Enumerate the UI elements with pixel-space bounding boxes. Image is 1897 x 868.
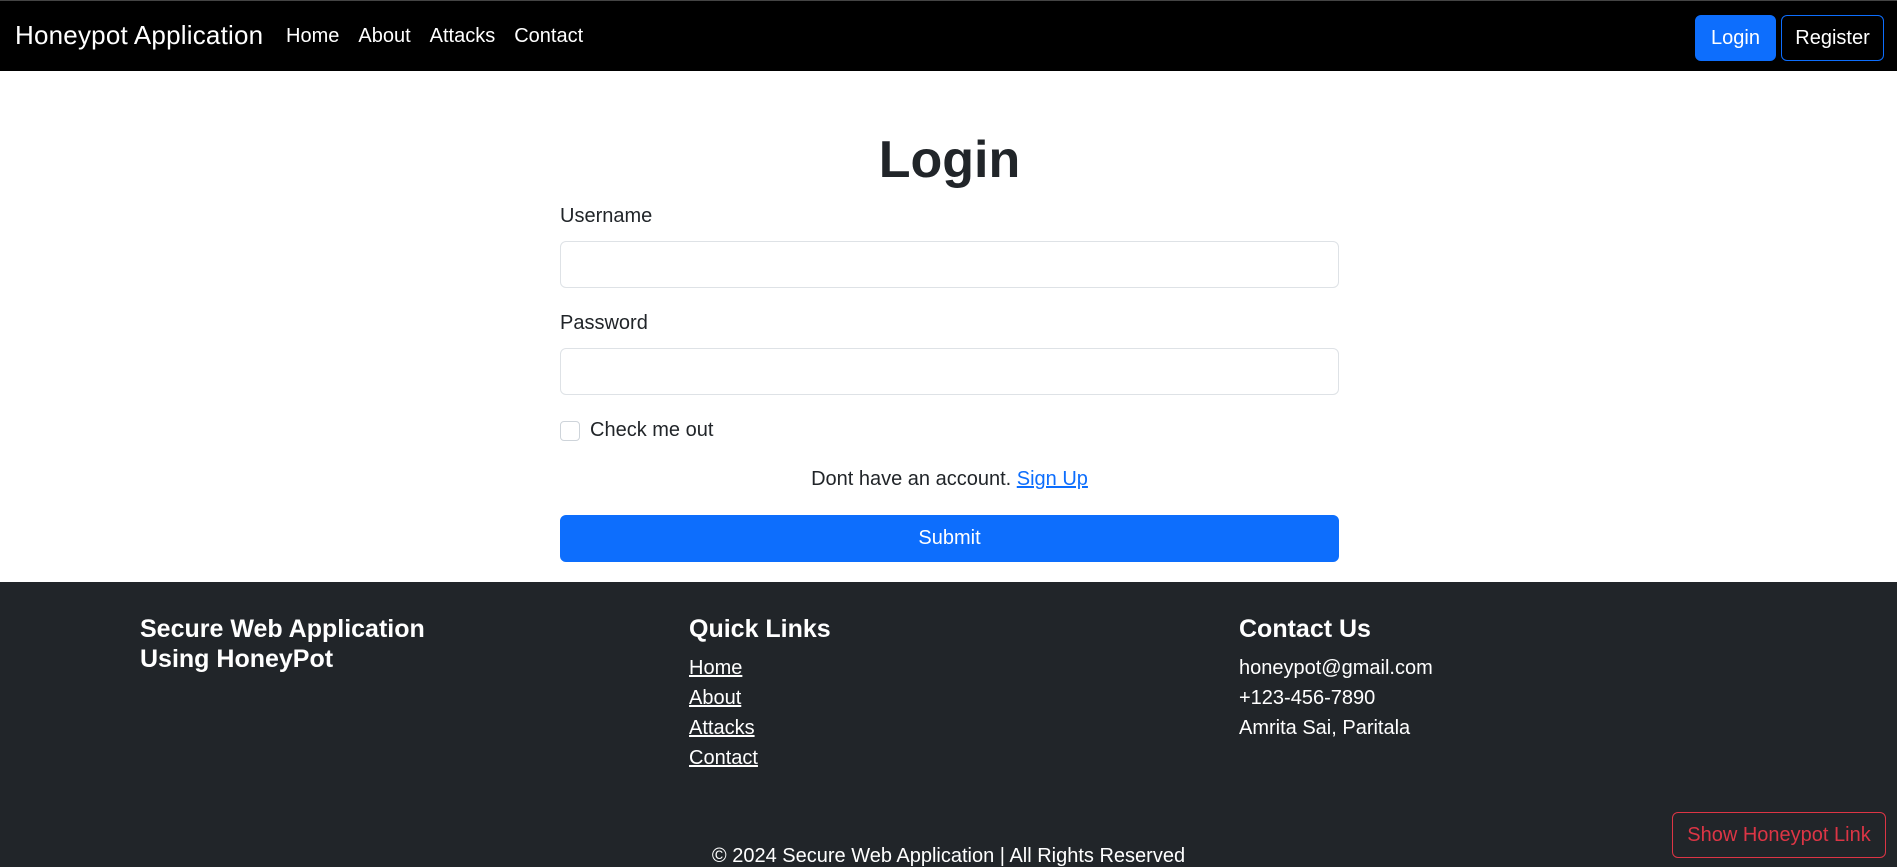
footer-contact-email: honeypot@gmail.com [1239,657,1433,679]
nav-links: Home About Attacks Contact [286,25,583,48]
nav-link-contact[interactable]: Contact [514,25,583,47]
check-me-out-checkbox[interactable] [560,421,580,441]
footer-quick-link-item: Attacks [689,713,831,743]
password-input[interactable] [560,348,1339,395]
nav-link-attacks[interactable]: Attacks [430,25,496,47]
login-button[interactable]: Login [1695,15,1776,61]
show-honeypot-link-button[interactable]: Show Honeypot Link [1672,812,1886,858]
footer-quick-links-column: Quick Links Home About Attacks Contact [689,614,831,773]
submit-button[interactable]: Submit [560,515,1339,562]
footer-quick-link-item: Home [689,653,831,683]
footer-about-column: Secure Web Application Using HoneyPot [140,614,440,674]
signup-text: Dont have an account. [811,468,1012,490]
footer-copyright: © 2024 Secure Web Application | All Righ… [711,845,1186,867]
footer-quick-link-item: Contact [689,743,831,773]
check-me-out-label[interactable]: Check me out [590,419,713,442]
navbar-brand[interactable]: Honeypot Application [15,20,263,51]
footer: Secure Web Application Using HoneyPot Qu… [0,582,1897,867]
footer-contact-column: Contact Us honeypot@gmail.com +123-456-7… [1239,614,1433,743]
nav-item-contact: Contact [514,25,583,48]
nav-link-about[interactable]: About [358,25,410,47]
navbar: Honeypot Application Home About Attacks … [0,0,1897,71]
signup-link[interactable]: Sign Up [1017,468,1088,490]
footer-quick-link-item: About [689,683,831,713]
footer-link-home[interactable]: Home [689,657,742,679]
register-button[interactable]: Register [1781,15,1884,61]
footer-contact-list: honeypot@gmail.com +123-456-7890 Amrita … [1239,653,1433,743]
footer-link-about[interactable]: About [689,687,741,709]
nav-link-home[interactable]: Home [286,25,339,47]
footer-link-contact[interactable]: Contact [689,747,758,769]
footer-quick-links-heading: Quick Links [689,615,831,643]
footer-about-heading: Secure Web Application Using HoneyPot [140,615,425,673]
nav-item-home: Home [286,25,339,48]
footer-contact-address: Amrita Sai, Paritala [1239,717,1411,739]
signup-prompt: Dont have an account. Sign Up [560,468,1339,491]
username-label: Username [560,205,653,227]
page-title: Login [878,131,1021,189]
footer-contact-heading: Contact Us [1239,615,1371,643]
footer-contact-phone: +123-456-7890 [1239,687,1376,709]
footer-link-attacks[interactable]: Attacks [689,717,755,739]
nav-item-attacks: Attacks [430,25,496,48]
footer-quick-links-list: Home About Attacks Contact [689,653,831,773]
username-input[interactable] [560,241,1339,288]
nav-item-about: About [358,25,410,48]
password-label: Password [560,312,648,334]
